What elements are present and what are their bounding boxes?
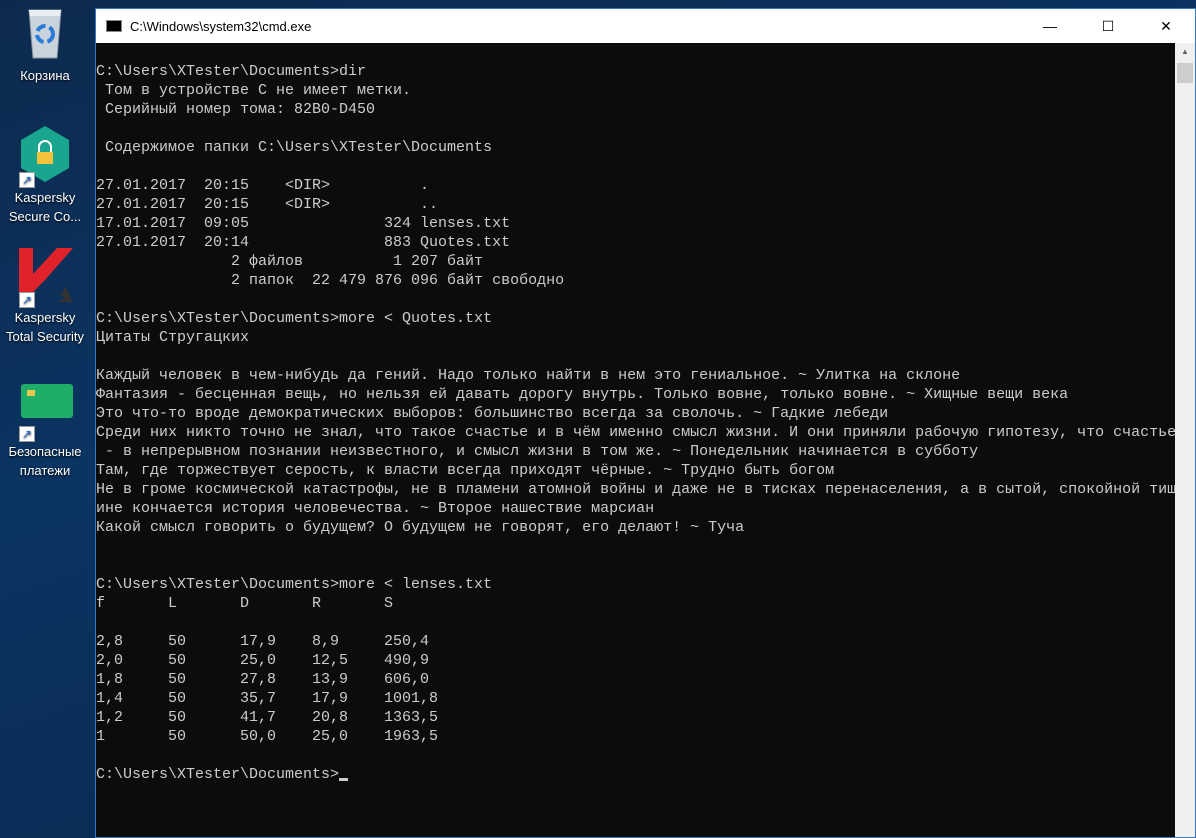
console-line: Каждый человек в чем-нибудь да гений. На… [96,367,961,384]
minimize-button[interactable]: — [1021,9,1079,43]
console-line: Серийный номер тома: 82B0-D450 [96,101,376,118]
scroll-up-icon[interactable]: ▲ [1175,43,1195,61]
desktop-icon-label: Корзина [20,68,70,83]
console-line: - в непрерывном познании неизвестного, и… [96,443,979,460]
console-line: Том в устройстве C не имеет метки. [96,82,412,99]
console-line: Фантазия - бесценная вещь, но нельзя ей … [96,386,1069,403]
desktop-icon-kaspersky-total-security[interactable]: ↗ Kaspersky Total Security [0,246,90,346]
cmd-icon [106,20,122,32]
console-line: 2,0 50 25,0 12,5 490,9 [96,652,430,669]
shortcut-arrow-icon: ↗ [19,426,35,442]
console-line: 2 файлов 1 207 байт [96,253,484,270]
cmd-window: C:\Windows\system32\cmd.exe — ☐ ✕ C:\Use… [95,8,1196,838]
console-line: 27.01.2017 20:15 <DIR> .. [96,196,439,213]
console-line: 27.01.2017 20:14 883 Quotes.txt [96,234,511,251]
console-line: Там, где торжествует серость, к власти в… [96,462,835,479]
console-line: Какой смысл говорить о будущем? О будуще… [96,519,745,536]
console-line: f L D R S [96,595,394,612]
console-line: 27.01.2017 20:15 <DIR> . [96,177,430,194]
shortcut-arrow-icon: ↗ [19,292,35,308]
console-line: Среди них никто точно не знал, что такое… [96,424,1175,441]
console-line: 1,4 50 35,7 17,9 1001,8 [96,690,439,707]
scroll-thumb[interactable] [1177,63,1193,83]
console-line: ине кончается история человечества. ~ Вт… [96,500,655,517]
console-line: 1,8 50 27,8 13,9 606,0 [96,671,430,688]
desktop-icon-safe-money[interactable]: ↗ Безопасные платежи [0,380,90,480]
console-line: 17.01.2017 09:05 324 lenses.txt [96,215,511,232]
vertical-scrollbar[interactable]: ▲ [1175,43,1195,837]
safe-money-card-icon: ↗ [17,380,73,442]
console-line: Цитаты Стругацких [96,329,250,346]
console-line: 2,8 50 17,9 8,9 250,4 [96,633,430,650]
desktop-icon-label: Kaspersky Secure Co... [8,190,82,224]
console-line: C:\Users\XTester\Documents>more < Quotes… [96,310,493,327]
recycle-bin-icon [17,6,73,62]
console-line: C:\Users\XTester\Documents>dir [96,63,367,80]
console-line: 2 папок 22 479 876 096 байт свободно [96,272,565,289]
shortcut-arrow-icon: ↗ [19,172,35,188]
desktop-icon-recycle-bin[interactable]: Корзина [0,6,90,85]
desktop-icon-kaspersky-secure-connection[interactable]: ↗ Kaspersky Secure Co... [0,124,90,226]
kaspersky-secure-connection-icon: ↗ [17,124,73,188]
window-title: C:\Windows\system32\cmd.exe [130,18,312,34]
text-cursor [339,778,349,781]
console-prompt[interactable]: C:\Users\XTester\Documents> [96,765,1175,784]
kaspersky-total-security-icon: ↗ [17,246,73,308]
console-line: Не в громе космической катастрофы, не в … [96,481,1175,498]
maximize-button[interactable]: ☐ [1079,9,1137,43]
title-bar[interactable]: C:\Windows\system32\cmd.exe — ☐ ✕ [96,9,1195,43]
console-output[interactable]: C:\Users\XTester\Documents>dir Том в уст… [96,43,1175,837]
desktop-icon-label: Безопасные платежи [8,444,82,478]
console-line: 1,2 50 41,7 20,8 1363,5 [96,709,439,726]
console-line: Содержимое папки C:\Users\XTester\Docume… [96,139,493,156]
close-button[interactable]: ✕ [1137,9,1195,43]
console-line: Это что-то вроде демократических выборов… [96,405,889,422]
console-line: 1 50 50,0 25,0 1963,5 [96,728,439,745]
console-line: C:\Users\XTester\Documents>more < lenses… [96,576,493,593]
prompt-text: C:\Users\XTester\Documents> [96,766,340,783]
desktop-icon-label: Kaspersky Total Security [5,310,85,344]
